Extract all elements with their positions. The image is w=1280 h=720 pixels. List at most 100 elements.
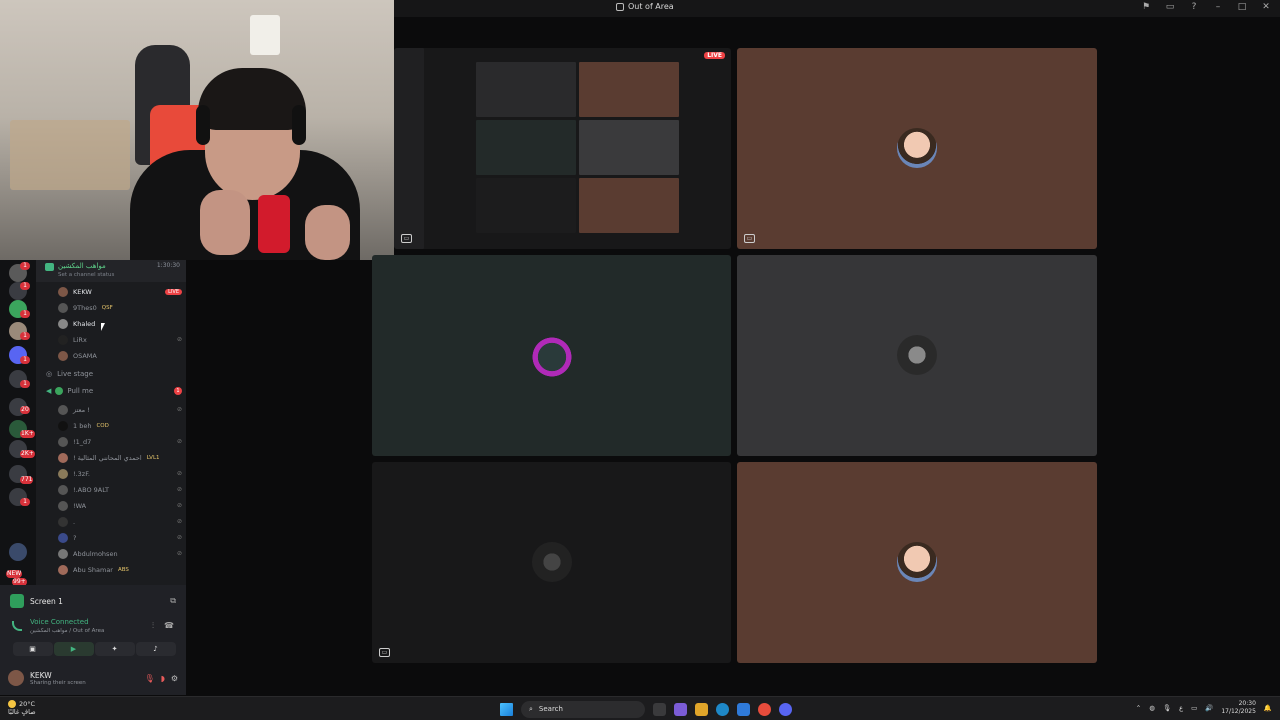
stream-volume-icon[interactable]: ▭ xyxy=(401,234,412,243)
current-user[interactable]: KEKW Sharing their screen 🎙 ◗ ⚙ xyxy=(8,667,178,689)
user-name: Abu Shamar xyxy=(73,565,113,574)
file-explorer-icon[interactable] xyxy=(695,702,708,716)
maximize-icon[interactable]: □ xyxy=(1236,2,1248,12)
participant-tile[interactable]: ▭ xyxy=(737,48,1097,249)
stage-channel[interactable]: ◎ Live stage xyxy=(46,370,93,378)
channel-timer: 1:30:30 xyxy=(156,262,180,269)
voice-user[interactable]: معتز ! ⊘ xyxy=(58,403,182,416)
display-icon[interactable]: ▭ xyxy=(1191,704,1197,712)
noise-suppression-icon[interactable]: ⫶ xyxy=(152,621,154,631)
participant-tile[interactable] xyxy=(372,255,731,456)
stage-label: Live stage xyxy=(57,370,94,378)
new-badge: NEW xyxy=(6,570,23,578)
voice-user[interactable]: OSAMA xyxy=(58,349,182,362)
popout-icon[interactable]: ⧉ xyxy=(170,596,176,606)
muted-icon: ⊘ xyxy=(176,502,182,509)
close-icon[interactable]: ✕ xyxy=(1260,2,1272,12)
server-badge: 1 xyxy=(20,310,30,318)
live-badge: LIVE xyxy=(704,52,725,59)
activities-button[interactable]: ✦ xyxy=(94,642,135,656)
participant-tile[interactable]: ▭ xyxy=(372,462,731,663)
edge-icon[interactable] xyxy=(716,702,729,716)
stage-icon: ◎ xyxy=(46,370,53,378)
user-name: Abdulmohsen xyxy=(73,549,118,558)
user-controls: 🎙 ◗ ⚙ xyxy=(144,674,178,683)
screen-icon[interactable]: ▭ xyxy=(1164,2,1176,12)
voice-user[interactable]: !WA ⊘ xyxy=(58,499,182,512)
window-title-text: Out of Area xyxy=(628,2,674,11)
microphone xyxy=(258,195,290,253)
server-badge: 1K+ xyxy=(20,430,35,438)
user-name: OSAMA xyxy=(73,351,97,360)
voice-user[interactable]: ? ⊘ xyxy=(58,531,182,544)
flag-icon[interactable]: ⚑ xyxy=(1140,2,1152,12)
channel-status[interactable]: Set a channel status xyxy=(58,272,114,278)
voice-user[interactable]: ! احمدي المحانني المثالية LVL1 xyxy=(58,451,182,464)
voice-location[interactable]: مواهب المكشين / Out of Area xyxy=(30,628,104,634)
voice-user[interactable]: 9Thes0 QSF xyxy=(58,301,182,314)
voice-user[interactable]: KEKW LIVE xyxy=(58,285,182,298)
voice-user[interactable]: LiRx ⊘ xyxy=(58,333,182,346)
mention-count: 1 xyxy=(174,387,182,395)
copilot-icon[interactable] xyxy=(674,702,687,716)
user-name: !.ABO 9ALT xyxy=(73,485,109,494)
soundboard-button[interactable]: ♪ xyxy=(135,642,176,656)
taskbar-search[interactable]: ⌕ Search xyxy=(521,700,645,718)
server-icon[interactable] xyxy=(9,543,27,561)
voice-user[interactable]: Khaled xyxy=(58,317,182,330)
task-view-icon[interactable] xyxy=(653,702,666,716)
share-screen-button[interactable]: ▶ xyxy=(53,642,94,656)
voice-user[interactable]: !1_d7 ⊘ xyxy=(58,435,182,448)
camera-button[interactable]: ▣ xyxy=(12,642,53,656)
participant-avatar xyxy=(532,542,572,582)
clock[interactable]: 20:30 17/12/2025 xyxy=(1221,700,1256,716)
participant-tile[interactable] xyxy=(737,255,1097,456)
stream-volume-icon[interactable]: ▭ xyxy=(379,648,390,657)
signal-icon[interactable] xyxy=(12,621,22,631)
avatar xyxy=(58,286,68,297)
mic-icon[interactable]: 🎙 xyxy=(1163,704,1171,712)
participant-tile[interactable] xyxy=(737,462,1097,663)
volume-icon[interactable]: 🔊 xyxy=(1205,704,1213,712)
avatar xyxy=(58,500,68,511)
headphones-icon[interactable]: ◗ xyxy=(161,674,165,683)
language-indicator[interactable]: ع xyxy=(1179,704,1183,712)
voice-channel-header[interactable]: مواهب المكشين 1:30:30 Set a channel stat… xyxy=(36,260,186,282)
voice-user[interactable]: !.3zF. ⊘ xyxy=(58,467,182,480)
voice-user[interactable]: 1 beh COD xyxy=(58,419,182,432)
help-icon[interactable]: ? xyxy=(1188,2,1200,12)
muted-icon: ⊘ xyxy=(176,534,182,541)
user-name: 1 beh xyxy=(73,421,92,430)
voice-user[interactable]: Abu Shamar ABS xyxy=(58,563,182,576)
window-titlebar: Out of Area ⚑ ▭ ? – □ ✕ xyxy=(394,0,1280,17)
gear-icon[interactable]: ⚙ xyxy=(171,674,178,683)
user-name: !1_d7 xyxy=(73,437,92,446)
muted-icon: ⊘ xyxy=(176,518,182,525)
screen-share-tile[interactable]: LIVE ▭ xyxy=(394,48,731,249)
chevron-up-icon[interactable]: ⌃ xyxy=(1136,704,1141,712)
voice-user[interactable]: !.ABO 9ALT ⊘ xyxy=(58,483,182,496)
disconnect-icon[interactable]: ☎ xyxy=(164,621,174,631)
voice-status[interactable]: Voice Connected xyxy=(30,618,89,626)
screen: Out of Area ⚑ ▭ ? – □ ✕ 1 1 1 1 1 1 20 1… xyxy=(0,0,1280,720)
shared-sidebar xyxy=(394,48,424,249)
minimize-icon[interactable]: – xyxy=(1212,2,1224,12)
channel-name: مواهب المكشين xyxy=(58,262,106,270)
avatar xyxy=(58,532,68,543)
stream-volume-icon[interactable]: ▭ xyxy=(744,234,755,243)
mic-muted-icon[interactable]: 🎙 xyxy=(144,674,154,683)
channel-icon xyxy=(616,2,624,11)
voice-channel-pullme[interactable]: ◀ Pull me 1 xyxy=(46,387,182,395)
windows-start-icon[interactable] xyxy=(500,702,513,716)
weather-widget[interactable]: 20°C صافٍ غالبًا xyxy=(8,700,36,716)
voice-user[interactable]: Abdulmohsen ⊘ xyxy=(58,547,182,560)
voice-user[interactable]: . ⊘ xyxy=(58,515,182,528)
network-icon[interactable]: ◍ xyxy=(1149,704,1155,712)
notification-icon[interactable]: 🔔 xyxy=(1264,704,1272,712)
chrome-icon[interactable] xyxy=(758,702,771,716)
live-badge: LIVE xyxy=(165,288,182,295)
store-icon[interactable] xyxy=(737,702,750,716)
server-badge: 2K+ xyxy=(20,450,35,458)
stream-preview-row[interactable]: Screen 1 ⧉ xyxy=(10,593,176,609)
discord-icon[interactable] xyxy=(779,702,792,716)
